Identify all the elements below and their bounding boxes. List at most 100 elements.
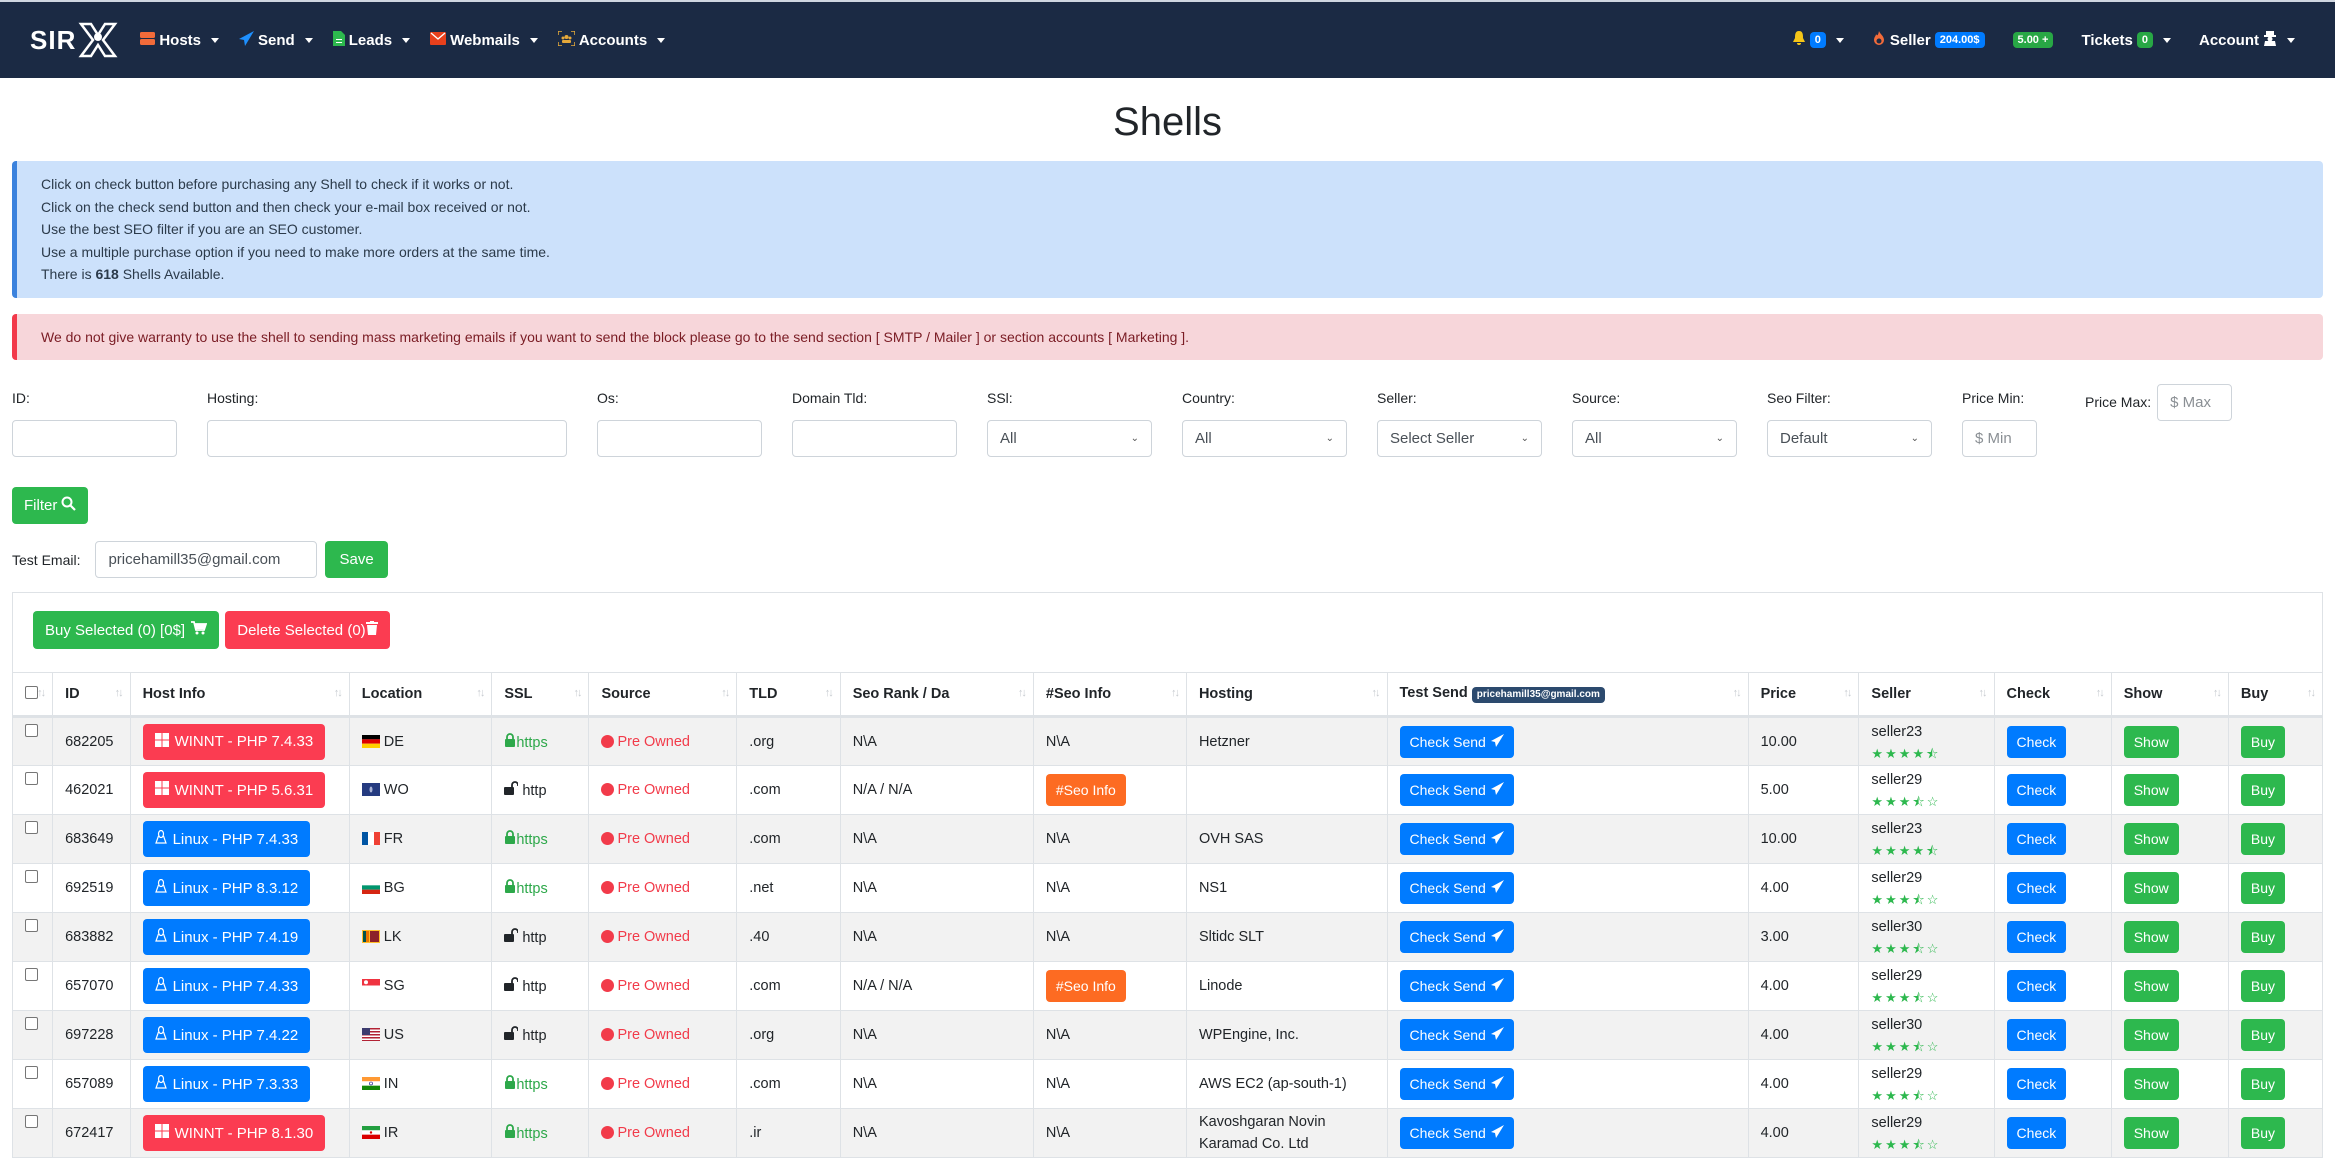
row-checkbox[interactable] xyxy=(25,968,38,981)
check-button[interactable]: Check xyxy=(2006,1117,2067,1149)
select-all-checkbox[interactable] xyxy=(25,686,38,699)
sort-icon[interactable]: ↑↓ xyxy=(1843,687,1852,699)
price-min-input[interactable]: $ Min xyxy=(1962,420,2037,457)
buy-button[interactable]: Buy xyxy=(2240,725,2286,758)
buy-button[interactable]: Buy xyxy=(2240,872,2286,904)
header-seo-info[interactable]: #Seo Info ↑↓ xyxy=(1032,672,1187,718)
show-button[interactable]: Show xyxy=(2123,970,2179,1002)
os-filter-input[interactable] xyxy=(597,420,762,457)
delete-selected-button[interactable]: Delete Selected (0) xyxy=(225,611,390,649)
check-send-button[interactable]: Check Send xyxy=(1399,872,1514,904)
host-info-button[interactable]: Linux - PHP 7.4.19 xyxy=(142,919,311,955)
seller-name[interactable]: seller30 xyxy=(1871,919,1922,935)
show-button[interactable]: Show xyxy=(2123,725,2179,758)
header-tld[interactable]: TLD ↑↓ xyxy=(736,672,841,718)
check-send-button[interactable]: Check Send xyxy=(1399,1117,1514,1149)
host-info-button[interactable]: WINNT - PHP 7.4.33 xyxy=(142,723,326,760)
show-button[interactable]: Show xyxy=(2123,1117,2179,1149)
nav-hosts[interactable]: Hosts xyxy=(140,31,220,50)
show-button[interactable]: Show xyxy=(2123,1019,2179,1051)
check-button[interactable]: Check xyxy=(2006,872,2067,904)
header-show[interactable]: Show ↑↓ xyxy=(2110,672,2229,718)
show-button[interactable]: Show xyxy=(2123,823,2179,855)
source-filter-select[interactable]: All ⌄ xyxy=(1572,420,1737,457)
host-info-button[interactable]: Linux - PHP 7.3.33 xyxy=(142,1066,311,1102)
logo[interactable]: SIR xyxy=(30,22,118,58)
host-info-button[interactable]: Linux - PHP 7.4.33 xyxy=(142,968,311,1004)
sort-icon[interactable]: ↑↓ xyxy=(1171,687,1180,699)
check-send-button[interactable]: Check Send xyxy=(1399,774,1514,806)
sort-icon[interactable]: ↑↓ xyxy=(721,687,730,699)
check-send-button[interactable]: Check Send xyxy=(1399,725,1514,758)
sort-icon[interactable]: ↑↓ xyxy=(2213,687,2222,699)
row-checkbox[interactable] xyxy=(25,821,38,834)
seo-filter-select[interactable]: Default ⌄ xyxy=(1767,420,1932,457)
check-button[interactable]: Check xyxy=(2006,774,2067,806)
show-button[interactable]: Show xyxy=(2123,921,2179,953)
seller-name[interactable]: seller29 xyxy=(1871,1066,1922,1082)
seller-filter-select[interactable]: Select Seller ⌄ xyxy=(1377,420,1542,457)
row-checkbox[interactable] xyxy=(25,1066,38,1079)
sort-icon[interactable]: ↑↓ xyxy=(1979,687,1988,699)
row-checkbox[interactable] xyxy=(25,870,38,883)
header-hosting[interactable]: Hosting ↑↓ xyxy=(1185,672,1388,718)
seller-name[interactable]: seller29 xyxy=(1871,1115,1922,1131)
sort-icon[interactable]: ↑↓ xyxy=(825,687,834,699)
check-button[interactable]: Check xyxy=(2006,1019,2067,1051)
check-send-button[interactable]: Check Send xyxy=(1399,921,1514,953)
show-button[interactable]: Show xyxy=(2123,1068,2179,1100)
check-send-button[interactable]: Check Send xyxy=(1399,1019,1514,1051)
id-filter-input[interactable] xyxy=(12,420,177,457)
header-ssl[interactable]: SSL ↑↓ xyxy=(491,672,590,718)
show-button[interactable]: Show xyxy=(2123,872,2179,904)
buy-button[interactable]: Buy xyxy=(2240,823,2286,855)
buy-button[interactable]: Buy xyxy=(2240,774,2286,806)
buy-selected-button[interactable]: Buy Selected (0) [0$] xyxy=(33,611,220,649)
seller-name[interactable]: seller29 xyxy=(1871,772,1922,788)
notifications-dropdown[interactable]: 0 xyxy=(1792,30,1844,50)
test-email-input[interactable]: pricehamill35@gmail.com xyxy=(95,541,318,578)
seo-info-button[interactable]: #Seo Info xyxy=(1045,774,1126,806)
buy-button[interactable]: Buy xyxy=(2240,1019,2286,1051)
seller-name[interactable]: seller29 xyxy=(1871,968,1922,984)
host-info-button[interactable]: Linux - PHP 8.3.12 xyxy=(142,870,311,906)
seller-balance[interactable]: Seller 204.00$ xyxy=(1872,30,1985,50)
header-buy[interactable]: Buy ↑↓ xyxy=(2227,672,2324,718)
header-seo-rank-da[interactable]: Seo Rank / Da ↑↓ xyxy=(839,672,1034,718)
seller-name[interactable]: seller30 xyxy=(1871,1017,1922,1033)
seller-name[interactable]: seller23 xyxy=(1871,724,1922,740)
nav-webmails[interactable]: Webmails xyxy=(430,31,538,49)
sort-icon[interactable]: ↑↓ xyxy=(1733,687,1742,699)
header-host-info[interactable]: Host Info ↑↓ xyxy=(129,672,350,718)
save-email-button[interactable]: Save xyxy=(325,541,388,578)
sort-icon[interactable]: ↑↓ xyxy=(476,687,485,699)
tickets-dropdown[interactable]: Tickets 0 xyxy=(2081,32,2171,49)
header-seller[interactable]: Seller ↑↓ xyxy=(1858,672,1995,718)
host-info-button[interactable]: WINNT - PHP 5.6.31 xyxy=(142,772,326,808)
price-max-input[interactable]: $ Max xyxy=(2157,383,2233,421)
sort-icon[interactable]: ↑↓ xyxy=(573,687,582,699)
check-send-button[interactable]: Check Send xyxy=(1399,823,1514,855)
host-info-button[interactable]: Linux - PHP 7.4.22 xyxy=(142,1017,311,1053)
country-filter-select[interactable]: All ⌄ xyxy=(1182,420,1347,457)
filter-button[interactable]: Filter xyxy=(12,487,89,524)
buy-button[interactable]: Buy xyxy=(2240,1117,2286,1149)
host-info-button[interactable]: Linux - PHP 7.4.33 xyxy=(142,821,311,857)
header-price[interactable]: Price ↑↓ xyxy=(1747,672,1860,718)
row-checkbox[interactable] xyxy=(25,1017,38,1030)
header-check[interactable]: Check ↑↓ xyxy=(1993,672,2112,718)
check-button[interactable]: Check xyxy=(2006,921,2067,953)
host-info-button[interactable]: WINNT - PHP 8.1.30 xyxy=(142,1115,326,1151)
sort-icon[interactable]: ↑↓ xyxy=(115,687,124,699)
seo-info-button[interactable]: #Seo Info xyxy=(1045,970,1126,1002)
row-checkbox[interactable] xyxy=(25,1115,38,1128)
check-button[interactable]: Check xyxy=(2006,823,2067,855)
tld-filter-input[interactable] xyxy=(792,420,957,457)
nav-accounts[interactable]: Accounts xyxy=(557,29,666,50)
check-button[interactable]: Check xyxy=(2006,970,2067,1002)
hosting-filter-input[interactable] xyxy=(207,420,567,457)
add-balance-button[interactable]: 5.00 + xyxy=(2012,32,2054,48)
sort-icon[interactable]: ↑↓ xyxy=(2307,687,2316,699)
header-location[interactable]: Location ↑↓ xyxy=(348,672,493,718)
sort-icon[interactable]: ↑↓ xyxy=(334,687,343,699)
